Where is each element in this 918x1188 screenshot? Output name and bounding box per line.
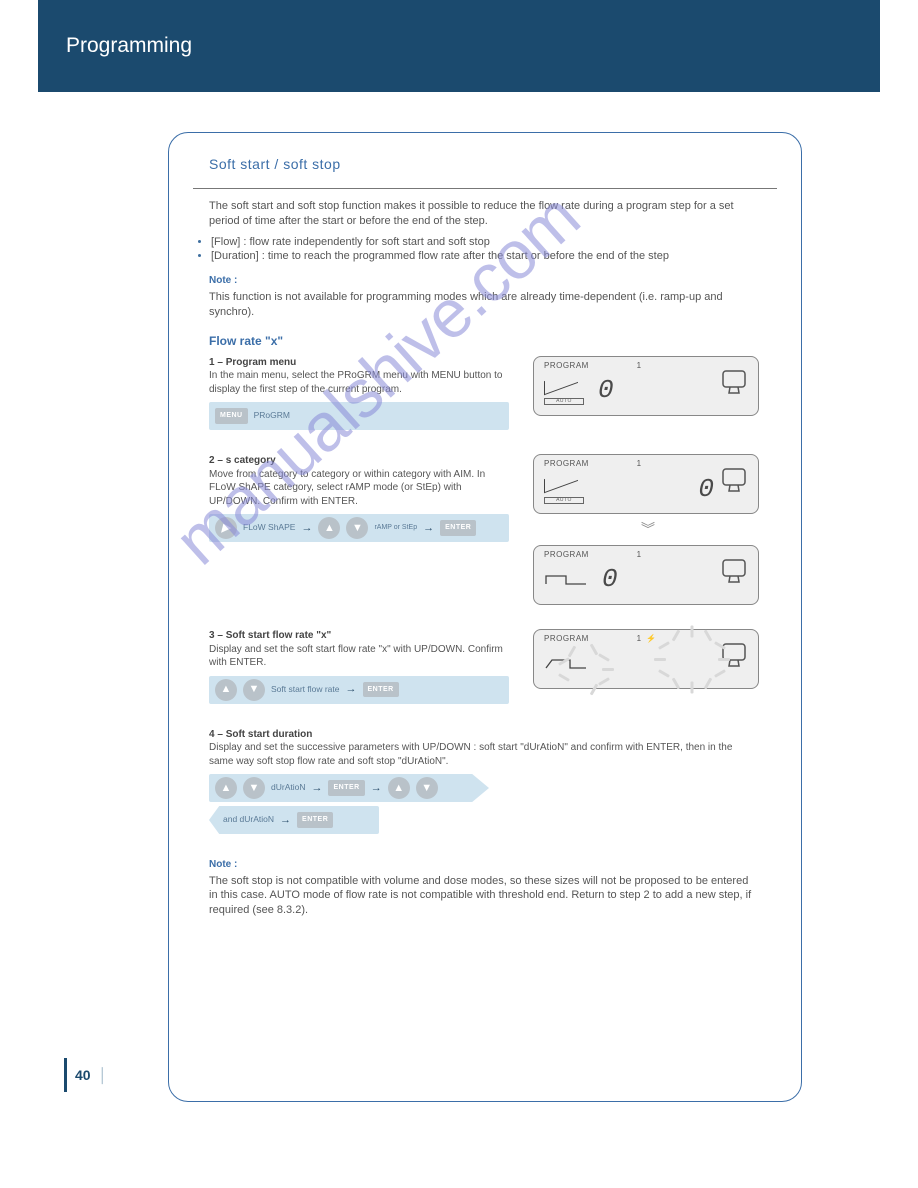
lcd-display: PROGRAM 1 AUTO 0: [533, 356, 759, 416]
lcd-top-label: PROGRAM 1: [544, 361, 642, 372]
step-text: 1 – Program menu In the main menu, selec…: [209, 356, 509, 431]
ramp-icon: AUTO: [544, 375, 584, 407]
bullet-item: [Flow] : flow rate independently for sof…: [211, 235, 777, 250]
note-body: This function is not available for progr…: [209, 290, 759, 320]
step-text: 4 – Soft start duration Display and set …: [209, 728, 759, 835]
panel-title: Soft start / soft stop: [209, 155, 777, 174]
lcd-display: PROGRAM 1 ⚡: [533, 629, 759, 689]
instruction-strip: ▶ FLoW ShAPE → ▲ ▼ rAMP or StEp → ENTER: [209, 514, 509, 542]
step-2: 2 – s category Move from category to cat…: [209, 454, 759, 605]
lcd-top-label: PROGRAM 1: [544, 459, 642, 470]
page-number: 40 │: [64, 1058, 107, 1092]
lcd-display: PROGRAM 1 0: [533, 545, 759, 605]
strip-text: dUrAtioN: [271, 782, 305, 793]
note-body: The soft stop is not compatible with vol…: [209, 874, 759, 919]
display-icon: [720, 556, 748, 594]
step-text: 3 – Soft start flow rate "x" Display and…: [209, 629, 509, 704]
display-icon: [720, 465, 748, 503]
lcd-value: 0: [602, 562, 618, 597]
lcd-display: PROGRAM 1 AUTO 0: [533, 454, 759, 514]
step-1: 1 – Program menu In the main menu, selec…: [209, 356, 759, 431]
strip-text: PRoGRM: [254, 410, 290, 421]
arrow-icon: →: [301, 521, 312, 536]
down-icon: ▼: [416, 777, 438, 799]
lcd-segments: 0: [544, 562, 720, 597]
up-icon: ▲: [215, 777, 237, 799]
strip-text: rAMP or StEp: [374, 523, 417, 532]
lcd-column: PROGRAM 1 AUTO 0: [533, 356, 759, 416]
play-icon: ▶: [215, 517, 237, 539]
lcd-top-label: PROGRAM 1: [544, 550, 642, 561]
lcd-top-label: PROGRAM 1 ⚡: [544, 634, 657, 645]
up-icon: ▲: [215, 679, 237, 701]
down-icon: ▼: [243, 777, 265, 799]
ramp-icon: AUTO: [544, 473, 584, 505]
down-icon: ▼: [243, 679, 265, 701]
instruction-strip: and dUrAtioN → ENTER: [209, 806, 379, 834]
instruction-strip: MENU PRoGRM: [209, 402, 509, 430]
divider: [193, 188, 777, 189]
instruction-strip: ▲ ▼ dUrAtioN → ENTER → ▲ ▼: [209, 774, 489, 802]
bullet-list: [Flow] : flow rate independently for sof…: [193, 235, 777, 265]
intro-text: The soft start and soft stop function ma…: [209, 199, 759, 229]
instruction-strip: ▲ ▼ Soft start flow rate → ENTER: [209, 676, 509, 704]
strip-text: FLoW ShAPE: [243, 522, 295, 533]
lcd-column: PROGRAM 1 ⚡: [533, 629, 759, 689]
strip-text: Soft start flow rate: [271, 684, 340, 695]
bullet-item: [Duration] : time to reach the programme…: [211, 249, 777, 264]
header-title: Programming: [66, 34, 192, 58]
category-heading: Flow rate "x": [209, 333, 777, 349]
lcd-value: 0: [698, 472, 714, 507]
lcd-value: 0: [598, 373, 614, 408]
lcd-segments: AUTO 0: [544, 373, 720, 408]
note-heading: Note :: [209, 858, 777, 872]
down-icon: ▼: [346, 517, 368, 539]
page-bar-thin-icon: │: [99, 1067, 108, 1083]
enter-button-icon: ENTER: [440, 520, 476, 535]
arrow-icon: →: [280, 813, 291, 828]
step-text: 2 – s category Move from category to cat…: [209, 454, 509, 542]
enter-button-icon: ENTER: [328, 780, 364, 795]
arrow-icon: →: [346, 682, 357, 697]
enter-button-icon: ENTER: [297, 812, 333, 827]
lcd-segments: AUTO 0: [544, 472, 720, 507]
enter-button-icon: ENTER: [363, 682, 399, 697]
step-icon: [544, 570, 588, 591]
arrow-down-icon: ︾: [533, 520, 759, 539]
header-bar: Programming: [38, 0, 880, 92]
content-panel: Soft start / soft stop The soft start an…: [168, 132, 802, 1102]
sunburst-icon: [664, 636, 734, 686]
note-heading: Note :: [209, 274, 777, 288]
up-icon: ▲: [318, 517, 340, 539]
lcd-column: PROGRAM 1 AUTO 0 ︾ PROGRAM 1: [533, 454, 759, 605]
up-icon: ▲: [388, 777, 410, 799]
arrow-icon: →: [371, 781, 382, 796]
display-icon: [720, 367, 748, 405]
step-3: 3 – Soft start flow rate "x" Display and…: [209, 629, 759, 704]
step-4: 4 – Soft start duration Display and set …: [209, 728, 759, 835]
page-bar-icon: [64, 1058, 67, 1092]
sunburst-icon: [562, 646, 632, 696]
arrow-icon: →: [423, 521, 434, 536]
arrow-icon: →: [311, 781, 322, 796]
strip-text: and dUrAtioN: [223, 814, 274, 825]
menu-button-icon: MENU: [215, 408, 248, 423]
